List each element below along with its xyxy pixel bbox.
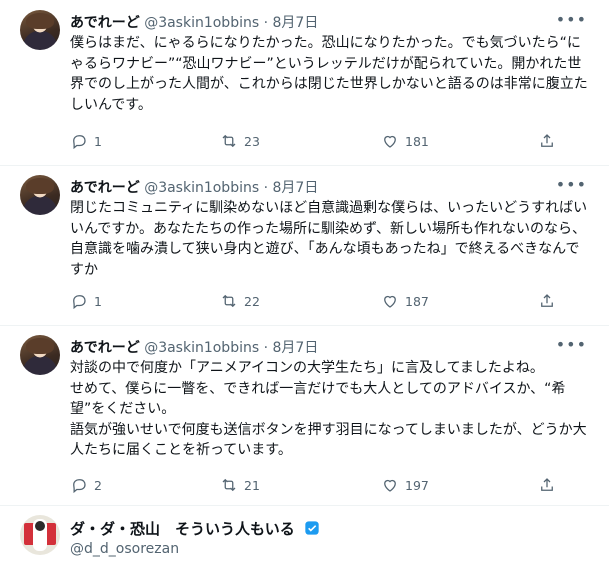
reply-button[interactable]: 1 [70, 292, 102, 310]
more-icon[interactable]: ••• [556, 335, 587, 354]
retweet-button[interactable]: 22 [220, 292, 260, 310]
tweet-header: あでれーど @3askin1obbins · 8月7日 [70, 12, 318, 32]
retweet-icon [222, 294, 236, 308]
author-handle[interactable]: @3askin1obbins [144, 340, 259, 356]
heart-icon [384, 295, 396, 308]
like-count: 187 [405, 293, 429, 309]
more-icon[interactable]: ••• [556, 175, 587, 194]
tweet-actions: 1 23 181 [70, 132, 570, 152]
author-name[interactable]: あでれーど [70, 340, 140, 356]
reply-icon [73, 135, 86, 150]
reply-icon [73, 295, 86, 310]
like-button[interactable]: 197 [381, 476, 429, 494]
reply-icon [73, 479, 86, 494]
tweet-header: あでれーど @3askin1obbins · 8月7日 [70, 177, 318, 197]
retweet-icon [222, 478, 236, 492]
avatar[interactable] [20, 10, 60, 50]
like-button[interactable]: 187 [381, 292, 429, 310]
separator: · [263, 340, 269, 356]
tweet-date[interactable]: 8月7日 [273, 15, 319, 31]
retweet-count: 21 [244, 477, 260, 493]
separator: · [263, 15, 269, 31]
author-name[interactable]: あでれーど [70, 180, 140, 196]
author-name-row: ダ・ダ・恐山 そういう人もいる [70, 518, 320, 539]
retweet-icon [222, 134, 236, 148]
heart-icon [384, 479, 396, 492]
author-handle[interactable]: @3askin1obbins [144, 15, 259, 31]
author-handle[interactable]: @3askin1obbins [144, 180, 259, 196]
share-button[interactable] [538, 132, 556, 150]
tweet[interactable]: あでれーど @3askin1obbins · 8月7日 ••• 僕らはまだ、にゃ… [0, 0, 609, 166]
reply-count: 2 [94, 477, 102, 493]
share-icon [541, 478, 553, 491]
share-icon [541, 294, 553, 307]
reply-button[interactable]: 2 [70, 476, 102, 494]
tweet[interactable]: あでれーど @3askin1obbins · 8月7日 ••• 閉じたコミュニテ… [0, 165, 609, 326]
verified-badge-icon [305, 521, 319, 535]
avatar[interactable] [20, 335, 60, 375]
reply-count: 1 [94, 133, 102, 149]
tweet-date[interactable]: 8月7日 [273, 180, 319, 196]
tweet[interactable]: あでれーど @3askin1obbins · 8月7日 ••• 対談の中で何度か… [0, 325, 609, 506]
share-button[interactable] [538, 476, 556, 494]
reply-count: 1 [94, 293, 102, 309]
share-icon [541, 134, 553, 147]
reply-button[interactable]: 1 [70, 132, 102, 150]
like-count: 197 [405, 477, 429, 493]
tweet-date[interactable]: 8月7日 [273, 340, 319, 356]
author-name[interactable]: ダ・ダ・恐山 そういう人もいる [70, 520, 295, 538]
author-handle[interactable]: @d_d_osorezan [70, 541, 179, 557]
retweet-count: 22 [244, 293, 260, 309]
retweet-button[interactable]: 23 [220, 132, 260, 150]
tweet-actions: 2 21 197 [70, 476, 570, 496]
tweet-text: 僕らはまだ、にゃるらになりたかった。恐山になりたかった。でも気づいたら“にゃるら… [70, 35, 588, 113]
like-count: 181 [405, 133, 429, 149]
tweet-header: あでれーど @3askin1obbins · 8月7日 [70, 337, 318, 357]
like-button[interactable]: 181 [381, 132, 429, 150]
retweet-count: 23 [244, 133, 260, 149]
share-button[interactable] [538, 292, 556, 310]
more-icon[interactable]: ••• [556, 10, 587, 29]
avatar[interactable] [20, 175, 60, 215]
tweet-actions: 1 22 187 [70, 292, 570, 312]
separator: · [263, 180, 269, 196]
retweet-button[interactable]: 21 [220, 476, 260, 494]
avatar[interactable] [20, 515, 60, 555]
tweet-text: 閉じたコミュニティに馴染めないほど自意識過剰な僕らは、いったいどうすればいいんで… [70, 200, 588, 278]
tweet-text: 対談の中で何度か「アニメアイコンの大学生たち」に言及してましたよね。 せめて、僕… [70, 360, 587, 458]
heart-icon [384, 135, 396, 148]
author-name[interactable]: あでれーど [70, 15, 140, 31]
